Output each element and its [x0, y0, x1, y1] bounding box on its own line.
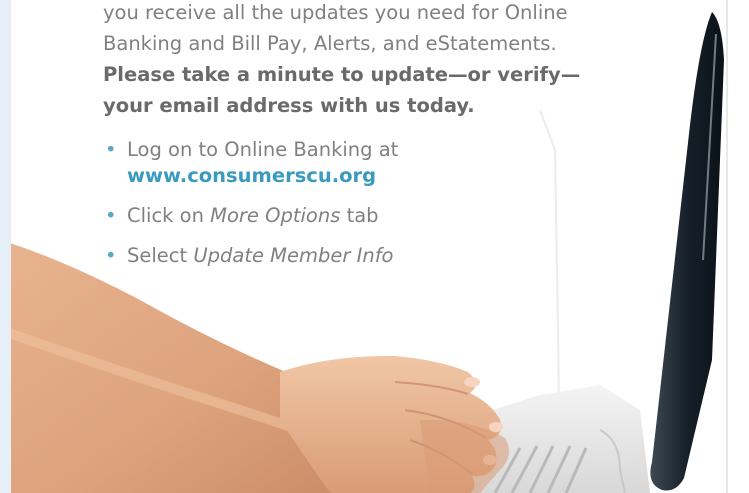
bullet-icon: •: [105, 244, 117, 267]
intro-paragraph: you receive all the updates you need for…: [103, 0, 663, 59]
step-more-options-prefix: Click on: [127, 204, 211, 227]
callout-line-2: your email address with us today.: [103, 94, 475, 117]
left-margin-strip: [0, 0, 11, 493]
promo-panel: you receive all the updates you need for…: [0, 0, 749, 493]
promo-copy: you receive all the updates you need for…: [103, 0, 663, 283]
step-update-prefix: Select: [127, 244, 194, 267]
intro-line-1: you receive all the updates you need for…: [103, 1, 568, 24]
bullet-icon: •: [105, 204, 117, 227]
bullet-icon: •: [105, 138, 117, 161]
callout-line-1: Please take a minute to update—or verify…: [103, 63, 581, 86]
instruction-steps: • Log on to Online Banking at www.consum…: [103, 137, 663, 269]
more-options-tab-name: More Options: [210, 204, 341, 227]
email-update-callout: Please take a minute to update—or verify…: [103, 59, 663, 121]
intro-line-2: Banking and Bill Pay, Alerts, and eState…: [103, 32, 557, 55]
website-link[interactable]: www.consumerscu.org: [127, 163, 663, 189]
update-member-info-option: Update Member Info: [193, 244, 394, 267]
step-more-options-suffix: tab: [340, 204, 379, 227]
step-more-options: • Click on More Options tab: [103, 203, 663, 229]
step-log-on-text: Log on to Online Banking at: [127, 138, 399, 161]
step-update-member-info: • Select Update Member Info: [103, 243, 663, 269]
step-log-on: • Log on to Online Banking at www.consum…: [103, 137, 663, 189]
